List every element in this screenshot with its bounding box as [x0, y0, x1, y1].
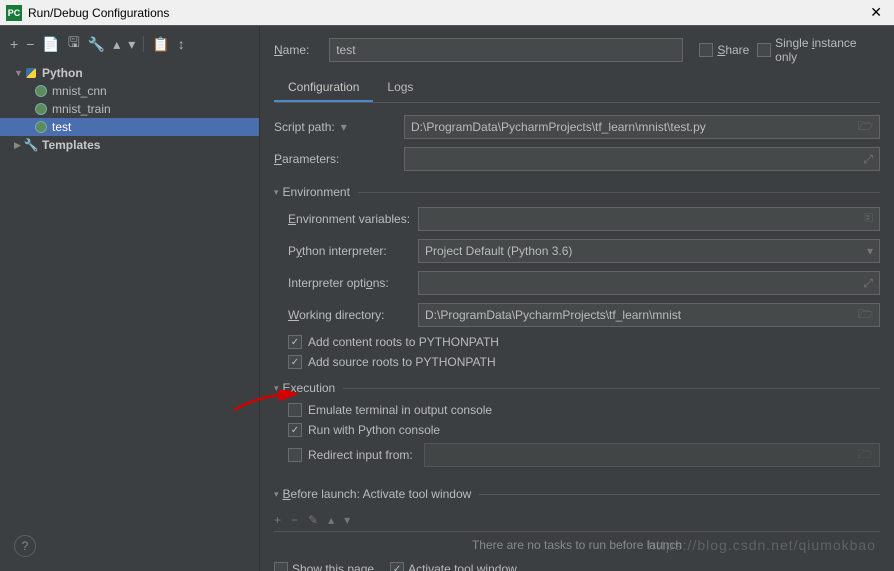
checkbox-icon	[288, 423, 302, 437]
config-icon	[34, 102, 48, 116]
close-icon[interactable]: ✕	[864, 4, 888, 21]
tree-templates-label: Templates	[42, 138, 100, 152]
save-icon[interactable]: 🖫	[68, 32, 80, 56]
sidebar-toolbar: + − 📄 🖫 🔧 ▴ ▾ 📋 ↕	[0, 26, 259, 62]
checkbox-icon	[390, 562, 404, 571]
expand-icon[interactable]: ⤢	[863, 152, 873, 167]
activate-tool-window-checkbox[interactable]: Activate tool window	[390, 562, 517, 571]
checkbox-icon	[274, 562, 288, 571]
edit-icon[interactable]: ✎	[308, 513, 318, 527]
emulate-terminal-checkbox[interactable]: Emulate terminal in output console	[288, 403, 880, 417]
separator	[143, 36, 144, 52]
redirect-input-checkbox[interactable]: Redirect input from: 🗁	[288, 443, 880, 467]
interpreter-label: Python interpreter:	[288, 244, 418, 258]
copy-icon[interactable]: 📄	[42, 36, 59, 53]
workdir-value: D:\ProgramData\PycharmProjects\tf_learn\…	[425, 308, 681, 322]
down-icon[interactable]: ▾	[128, 36, 135, 53]
sort-icon[interactable]: ↕	[178, 36, 185, 52]
tree-item-label: test	[52, 120, 71, 134]
before-launch-toolbar: + − ✎ ▴ ▾	[274, 509, 880, 531]
name-label: Name:	[274, 43, 321, 57]
checkbox-icon	[288, 355, 302, 369]
tabs: Configuration Logs	[274, 74, 880, 103]
expand-icon: ▶	[14, 140, 24, 151]
folder-icon[interactable]: 📋	[152, 36, 169, 53]
workdir-label: Working directory:	[288, 308, 418, 322]
tree-item-mnist-cnn[interactable]: mnist_cnn	[0, 82, 259, 100]
window-title: Run/Debug Configurations	[28, 6, 169, 20]
config-tree: ▼ Python mnist_cnn mnist_train test ▶ 🔧 …	[0, 62, 259, 571]
tree-item-mnist-train[interactable]: mnist_train	[0, 100, 259, 118]
up-icon[interactable]: ▴	[113, 36, 120, 53]
execution-section[interactable]: Execution	[274, 381, 880, 395]
python-icon	[24, 66, 38, 80]
folder-icon: 🗁	[858, 445, 873, 466]
script-path-value: D:\ProgramData\PycharmProjects\tf_learn\…	[411, 120, 706, 134]
checkbox-icon	[757, 43, 771, 57]
tree-templates[interactable]: ▶ 🔧 Templates	[0, 136, 259, 154]
env-vars-label: Environment variables:	[288, 212, 418, 226]
sidebar: + − 📄 🖫 🔧 ▴ ▾ 📋 ↕ ▼ Python mnist_cnn	[0, 26, 260, 571]
tree-root-python[interactable]: ▼ Python	[0, 64, 259, 82]
expand-icon[interactable]: ⤢	[863, 276, 873, 291]
share-label: Share	[717, 43, 749, 57]
help-button[interactable]: ?	[14, 535, 36, 557]
wrench-icon: 🔧	[24, 138, 38, 152]
parameters-label: Parameters:	[274, 152, 404, 166]
content-panel: Name: Share Single instance only Configu…	[260, 26, 894, 571]
run-python-console-checkbox[interactable]: Run with Python console	[288, 423, 880, 437]
add-icon[interactable]: +	[10, 36, 18, 52]
add-source-roots-checkbox[interactable]: Add source roots to PYTHONPATH	[288, 355, 880, 369]
chevron-down-icon: ▾	[867, 244, 873, 258]
single-instance-checkbox[interactable]: Single instance only	[757, 36, 880, 64]
add-content-roots-checkbox[interactable]: Add content roots to PYTHONPATH	[288, 335, 880, 349]
checkbox-icon	[288, 403, 302, 417]
tab-logs[interactable]: Logs	[373, 74, 427, 102]
tab-configuration[interactable]: Configuration	[274, 74, 373, 102]
expand-icon: ▼	[14, 68, 24, 78]
script-path-label[interactable]: Script path:	[274, 120, 404, 134]
remove-icon[interactable]: −	[26, 36, 34, 52]
config-icon	[34, 120, 48, 134]
folder-icon[interactable]: 🗁	[858, 117, 873, 138]
tree-item-label: mnist_train	[52, 102, 111, 116]
list-icon[interactable]: 🗉	[864, 209, 873, 230]
interpreter-field[interactable]: Project Default (Python 3.6) ▾	[418, 239, 880, 263]
config-icon	[34, 84, 48, 98]
checkbox-icon	[288, 335, 302, 349]
app-icon: PC	[6, 5, 22, 21]
share-checkbox[interactable]: Share	[699, 43, 749, 57]
no-tasks-message: There are no tasks to run before launch	[274, 531, 880, 558]
parameters-field[interactable]: ⤢	[404, 147, 880, 171]
add-icon[interactable]: +	[274, 513, 281, 527]
down-icon[interactable]: ▾	[344, 513, 350, 527]
tree-root-label: Python	[42, 66, 83, 80]
interp-options-field[interactable]: ⤢	[418, 271, 880, 295]
before-launch-section[interactable]: Before launch: Activate tool window	[274, 487, 880, 501]
checkbox-icon	[288, 448, 302, 462]
checkbox-icon	[699, 43, 713, 57]
wrench-icon[interactable]: 🔧	[88, 36, 105, 53]
workdir-field[interactable]: D:\ProgramData\PycharmProjects\tf_learn\…	[418, 303, 880, 327]
titlebar: PC Run/Debug Configurations ✕	[0, 0, 894, 26]
remove-icon[interactable]: −	[291, 513, 298, 527]
folder-icon[interactable]: 🗁	[858, 305, 873, 326]
tree-item-test[interactable]: test	[0, 118, 259, 136]
show-this-page-checkbox[interactable]: Show this page	[274, 562, 374, 571]
interpreter-value: Project Default (Python 3.6)	[425, 244, 572, 258]
name-input[interactable]	[329, 38, 683, 62]
single-instance-label: Single instance only	[775, 36, 880, 64]
redirect-input-field: 🗁	[424, 443, 880, 467]
env-vars-field[interactable]: 🗉	[418, 207, 880, 231]
environment-section[interactable]: Environment	[274, 185, 880, 199]
tree-item-label: mnist_cnn	[52, 84, 107, 98]
interp-options-label: Interpreter options:	[288, 276, 418, 290]
script-path-field[interactable]: D:\ProgramData\PycharmProjects\tf_learn\…	[404, 115, 880, 139]
up-icon[interactable]: ▴	[328, 513, 334, 527]
